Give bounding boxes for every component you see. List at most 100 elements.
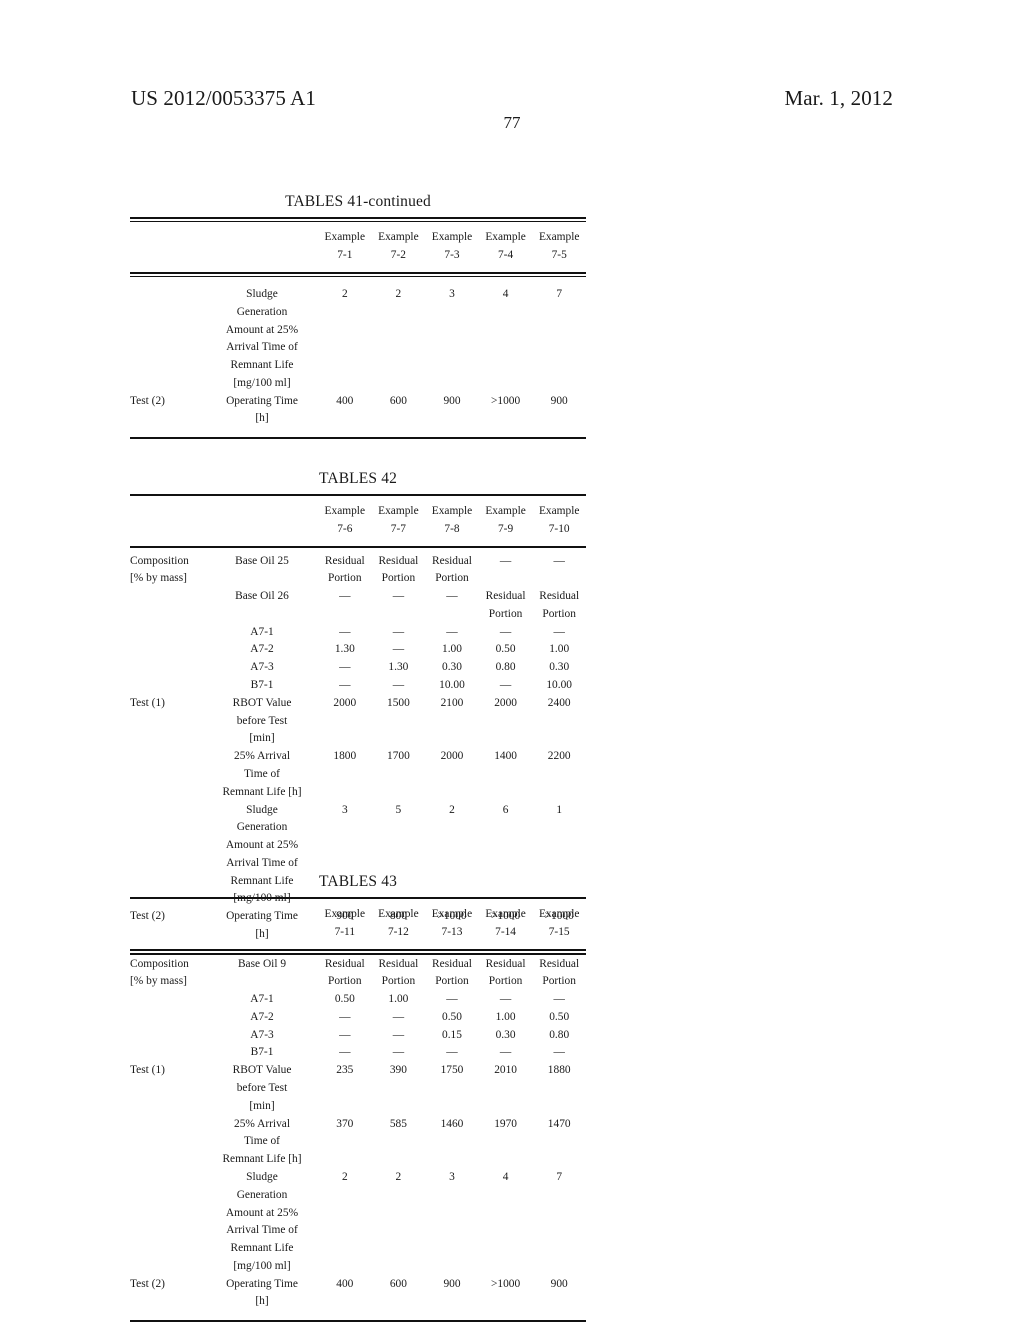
cell-value: —: [339, 1028, 351, 1041]
cell-value: 0.80: [549, 1028, 570, 1041]
column-header: Example 7-14: [485, 908, 526, 938]
cell-value: Residual Portion: [378, 957, 419, 988]
cell-value: —: [392, 625, 405, 638]
cell-value: —: [339, 1046, 351, 1059]
table-caption: TABLES 42: [318, 470, 398, 487]
cell-value: >1000: [490, 1277, 521, 1290]
cell-value: Residual Portion: [324, 554, 365, 585]
row-group-label: Test (2): [130, 394, 165, 407]
cell-value: 900: [443, 1277, 461, 1290]
row-group-label: [130, 1169, 206, 1276]
table-header-row: Example 7-6 Example 7-7 Example 7-8 Exam…: [130, 503, 586, 539]
cell-value: 585: [389, 1117, 407, 1130]
row-group-label: [130, 1116, 206, 1169]
row-group-label: Composition [% by mass]: [130, 957, 189, 988]
row-label: B7-1: [250, 1046, 274, 1059]
cell-value: 390: [389, 1064, 407, 1077]
row-group-label: [130, 286, 206, 393]
column-header: Example 7-4: [485, 231, 526, 261]
cell-value: —: [446, 590, 458, 603]
table-bottom-rule: [130, 437, 586, 440]
column-header: Example 7-12: [378, 908, 419, 938]
table-row: Test (2) Operating Time [h] 400 600 900 …: [130, 393, 586, 429]
cell-value: Residual Portion: [539, 590, 580, 620]
cell-value: 1400: [494, 750, 517, 763]
row-group-label: [130, 659, 206, 677]
row-group-label: [130, 1009, 206, 1027]
row-group-label: [130, 1044, 206, 1062]
cell-value: —: [553, 1046, 565, 1059]
table-block-41: TABLES 41-continued Example 7-1 Example …: [130, 193, 586, 440]
cell-value: 1470: [547, 1117, 571, 1130]
cell-value: —: [499, 679, 512, 692]
cell-value: 4: [502, 287, 509, 300]
cell-value: —: [392, 1010, 405, 1023]
cell-value: 0.50: [495, 643, 516, 656]
table-row: Sludge Generation Amount at 25% Arrival …: [130, 1169, 586, 1276]
row-label: Base Oil 26: [235, 590, 289, 603]
table-row: A7-2 1.30 — 1.00 0.50 1.00: [130, 641, 586, 659]
row-group-label: [130, 588, 206, 624]
cell-value: —: [392, 590, 405, 603]
row-label: 25% Arrival Time of Remnant Life [h]: [222, 750, 302, 798]
row-group-label: [130, 641, 206, 659]
cell-value: Residual Portion: [432, 957, 472, 988]
row-label: Sludge Generation Amount at 25% Arrival …: [225, 287, 299, 389]
patent-table-body: Composition [% by mass] Base Oil 9 Resid…: [130, 951, 586, 1321]
cell-value: —: [339, 625, 351, 638]
cell-value: 0.30: [495, 1028, 516, 1041]
row-group-label: [130, 991, 206, 1009]
table-header-row: Example 7-1 Example 7-2 Example 7-3 Exam…: [130, 229, 586, 265]
cell-value: 400: [336, 1277, 354, 1290]
table-block-43: TABLES 43 Example 7-11 Example 7-12 Exam…: [130, 873, 586, 1322]
cell-value: 1.00: [388, 993, 409, 1006]
table-row: Test (1) RBOT Value before Test [min] 23…: [130, 1062, 586, 1115]
cell-value: 2: [341, 287, 348, 300]
cell-value: —: [499, 625, 512, 638]
header-spacer-2: [206, 503, 318, 539]
table-row: 25% Arrival Time of Remnant Life [h] 370…: [130, 1116, 586, 1169]
table-row: Base Oil 26 — — — Residual Portion Resid…: [130, 588, 586, 624]
column-header: Example 7-10: [538, 505, 580, 535]
cell-value: —: [446, 625, 458, 638]
cell-value: 600: [389, 1277, 407, 1290]
running-header: US 2012/0053375 A1 Mar. 1, 2012: [0, 86, 1024, 116]
header-spacer: [130, 229, 206, 265]
patent-table: Example 7-6 Example 7-7 Example 7-8 Exam…: [130, 496, 586, 546]
table-row: A7-1 0.50 1.00 — — —: [130, 991, 586, 1009]
column-header: Example 7-1: [324, 231, 366, 261]
row-label: 25% Arrival Time of Remnant Life [h]: [222, 1117, 302, 1166]
table-row: Test (1) RBOT Value before Test [min] 20…: [130, 695, 586, 748]
cell-value: 1500: [387, 696, 410, 709]
page-number: 77: [503, 113, 521, 132]
row-label: Sludge Generation Amount at 25% Arrival …: [225, 1170, 299, 1272]
cell-value: —: [339, 590, 351, 603]
cell-value: 1.00: [549, 643, 570, 656]
row-group-label: [130, 1027, 206, 1045]
cell-value: 900: [550, 394, 568, 407]
row-group-label: Composition [% by mass]: [130, 554, 189, 585]
cell-value: 2400: [547, 696, 571, 709]
cell-value: 0.50: [442, 1010, 462, 1023]
patent-table-body: Sludge Generation Amount at 25% Arrival …: [130, 277, 586, 437]
table-row: B7-1 — — 10.00 — 10.00: [130, 677, 586, 695]
table-row: Composition [% by mass] Base Oil 9 Resid…: [130, 956, 586, 992]
cell-value: 0.30: [549, 661, 570, 674]
cell-value: —: [392, 1028, 405, 1041]
table-row: B7-1 — — — — —: [130, 1044, 586, 1062]
column-header: Example 7-9: [485, 505, 526, 535]
row-label: Base Oil 25: [235, 554, 289, 567]
table-row: A7-3 — 1.30 0.30 0.80 0.30: [130, 659, 586, 677]
table-row: A7-3 — — 0.15 0.30 0.80: [130, 1027, 586, 1045]
row-label: Base Oil 9: [237, 957, 287, 970]
row-group-label: Test (2): [130, 1277, 165, 1290]
table-header-row: Example 7-11 Example 7-12 Example 7-13 E…: [130, 906, 586, 942]
header-spacer: [130, 503, 206, 539]
column-header: Example 7-6: [324, 505, 366, 535]
cell-value: 1880: [547, 1064, 571, 1077]
table-row: A7-2 — — 0.50 1.00 0.50: [130, 1009, 586, 1027]
cell-value: —: [392, 679, 405, 692]
column-header: Example 7-15: [538, 908, 580, 938]
cell-value: 10.00: [546, 679, 572, 692]
row-label: A7-2: [250, 643, 274, 656]
